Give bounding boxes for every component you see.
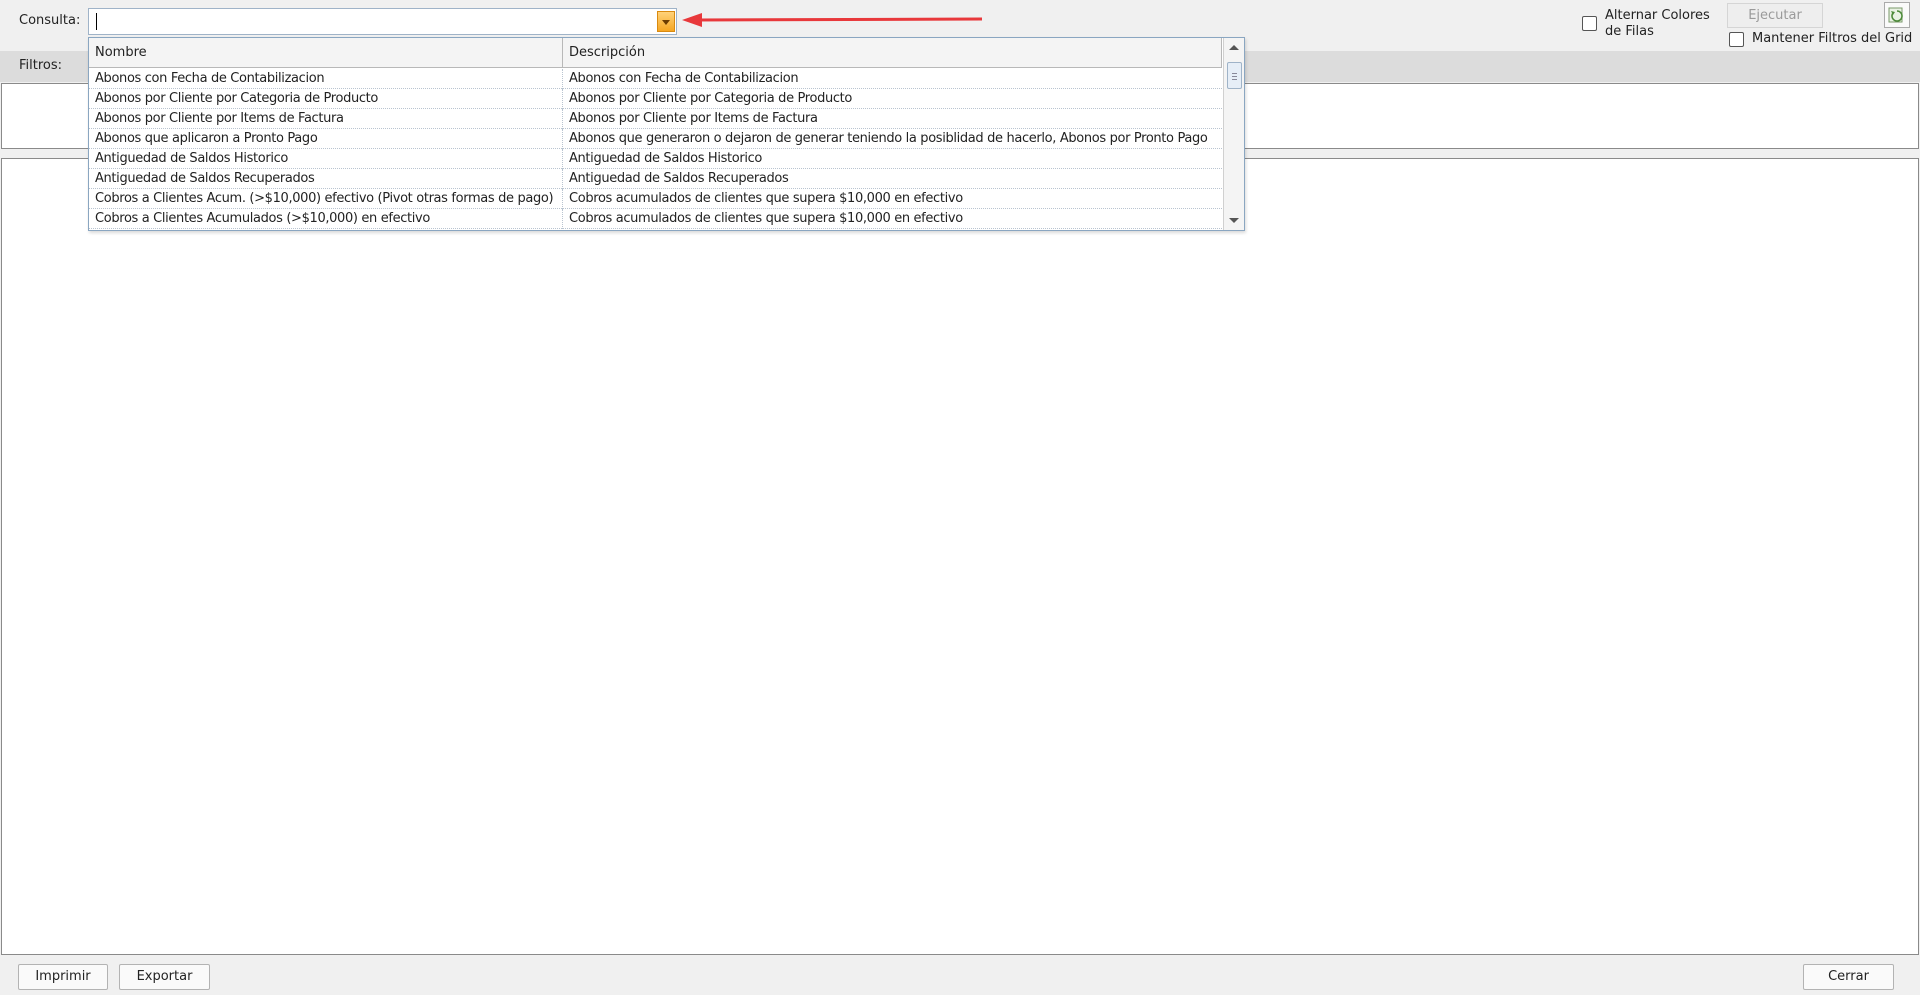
alternate-row-colors-checkbox[interactable] (1582, 16, 1597, 31)
combo-dropdown-button[interactable] (657, 11, 675, 32)
cell-nombre: Antiguedad de Saldos Recuperados (89, 169, 563, 189)
text-caret (96, 13, 97, 30)
alternate-row-colors-label: Alternar Colores de Filas (1605, 8, 1710, 39)
query-label: Consulta: (19, 13, 81, 28)
cell-nombre: Antiguedad de Saldos Historico (89, 149, 563, 169)
grid-row[interactable]: Abonos que aplicaron a Pronto Pago Abono… (89, 129, 1222, 149)
grip-line (1232, 73, 1237, 74)
cell-nombre: Cobros a Clientes Acumulados (>$10,000) … (89, 209, 563, 229)
annotation-arrow (682, 13, 983, 27)
cell-nombre: Cobros a Clientes Acum. (>$10,000) efect… (89, 189, 563, 209)
cell-descripcion: Abonos por Cliente por Categoria de Prod… (569, 91, 853, 106)
cell-nombre: Abonos por Cliente por Categoria de Prod… (89, 89, 563, 109)
filters-label: Filtros: (19, 58, 63, 73)
cell-descripcion: Cobros acumulados de clientes que supera… (569, 191, 963, 206)
cell-descripcion: Abonos por Cliente por Items de Factura (569, 111, 818, 126)
execute-button[interactable]: Ejecutar (1727, 3, 1823, 28)
close-button[interactable]: Cerrar (1803, 964, 1894, 990)
keep-grid-filters-checkbox[interactable] (1729, 32, 1744, 47)
grip-line (1232, 76, 1237, 77)
cell-nombre: Abonos que aplicaron a Pronto Pago (89, 129, 563, 149)
scroll-down-icon[interactable] (1229, 218, 1239, 223)
grip-line (1232, 79, 1237, 80)
grid-row[interactable]: Abonos por Cliente por Categoria de Prod… (89, 89, 1222, 109)
cell-descripcion: Abonos con Fecha de Contabilizacion (569, 71, 799, 86)
grid-body: Abonos con Fecha de Contabilizacion Abon… (89, 69, 1222, 230)
grid-row[interactable]: Cobros a Clientes Acum. (>$10,000) efect… (89, 189, 1222, 209)
cell-descripcion: Antiguedad de Saldos Recuperados (569, 171, 789, 186)
cell-descripcion: Abonos que generaron o dejaron de genera… (569, 131, 1208, 146)
grid-row[interactable]: Antiguedad de Saldos Recuperados Antigue… (89, 169, 1222, 189)
refresh-icon[interactable] (1884, 2, 1910, 28)
grid-row[interactable]: Cobros a Clientes Acumulados (>$10,000) … (89, 209, 1222, 229)
query-dropdown-grid: Nombre Descripción Abonos con Fecha de C… (88, 37, 1245, 231)
results-panel (1, 158, 1919, 955)
chevron-down-icon (662, 20, 670, 25)
scrollbar-thumb[interactable] (1227, 62, 1242, 89)
keep-grid-filters-label: Mantener Filtros del Grid (1752, 31, 1913, 46)
export-button[interactable]: Exportar (119, 964, 210, 990)
grid-row[interactable]: Abonos por Cliente por Items de Factura … (89, 109, 1222, 129)
grid-row[interactable]: Antiguedad de Saldos Historico Antigueda… (89, 149, 1222, 169)
cell-nombre: Abonos con Fecha de Contabilizacion (89, 69, 563, 89)
scroll-up-icon[interactable] (1229, 45, 1239, 50)
cell-nombre: Abonos por Cliente por Items de Factura (89, 109, 563, 129)
dropdown-scrollbar[interactable] (1223, 38, 1244, 230)
print-button[interactable]: Imprimir (18, 964, 108, 990)
cell-descripcion: Antiguedad de Saldos Historico (569, 151, 763, 166)
column-header-descripcion[interactable]: Descripción (563, 38, 1222, 68)
grid-header: Nombre Descripción (89, 38, 1222, 68)
query-combobox[interactable] (88, 8, 677, 35)
grid-row[interactable]: Abonos con Fecha de Contabilizacion Abon… (89, 69, 1222, 89)
cell-descripcion: Cobros acumulados de clientes que supera… (569, 211, 963, 226)
column-header-nombre[interactable]: Nombre (89, 38, 563, 68)
